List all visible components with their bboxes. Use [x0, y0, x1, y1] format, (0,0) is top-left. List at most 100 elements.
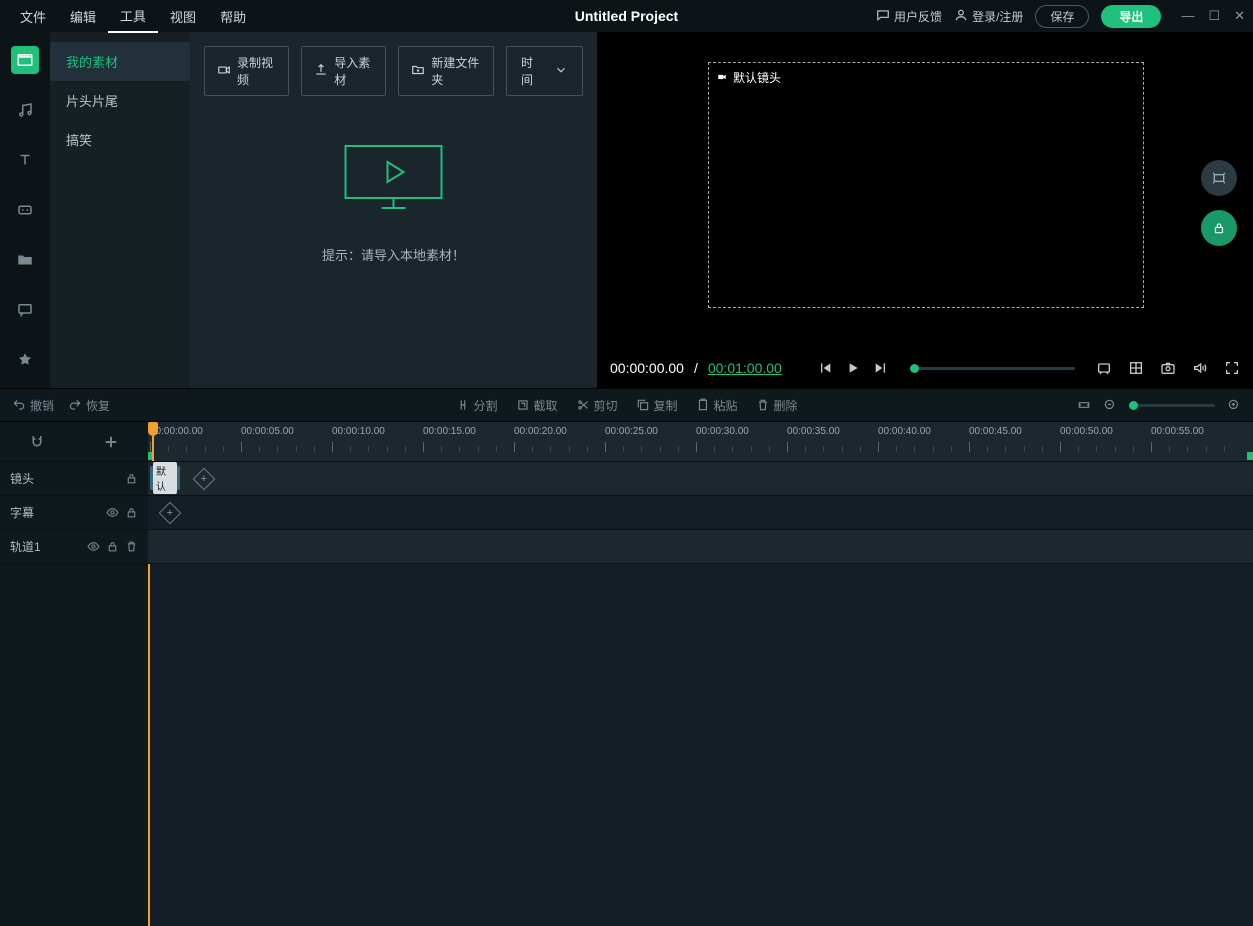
paste-button[interactable]: 粘贴 [696, 397, 738, 414]
time-ruler[interactable]: 00:00:00.0000:00:05.0000:00:10.0000:00:1… [148, 422, 1253, 461]
eye-icon[interactable] [106, 506, 119, 519]
fit-screen-button[interactable] [1201, 160, 1237, 196]
clip-label: 默认 [153, 462, 177, 494]
ruler-tick: 00:00:15.00 [423, 426, 476, 437]
zoom-out-icon[interactable] [1103, 398, 1117, 412]
prev-frame-button[interactable] [816, 359, 834, 377]
current-time: 00:00:00.00 [610, 360, 684, 376]
undo-label: 撤销 [30, 397, 54, 414]
record-button[interactable]: 录制视频 [204, 46, 289, 96]
delete-button[interactable]: 删除 [756, 397, 798, 414]
ruler-tick: 00:00:05.00 [241, 426, 294, 437]
monitor-play-icon [322, 144, 465, 223]
copy-label: 复制 [654, 397, 678, 414]
text-tab-icon[interactable] [11, 146, 39, 174]
crop-label: 截取 [533, 397, 557, 414]
music-tab-icon[interactable] [11, 96, 39, 124]
close-icon[interactable]: ✕ [1234, 8, 1245, 24]
placeholder-text: 提示：请导入本地素材！ [322, 245, 465, 264]
duration-time[interactable]: 00:01:00.00 [708, 360, 782, 376]
copy-button[interactable]: 复制 [636, 397, 678, 414]
project-title: Untitled Project [575, 8, 678, 24]
snapshot-icon[interactable] [1159, 359, 1177, 377]
split-label: 分割 [473, 397, 497, 414]
star-tab-icon[interactable] [11, 346, 39, 374]
minimize-icon[interactable]: — [1181, 8, 1194, 24]
zoom-slider[interactable] [1129, 404, 1215, 407]
zoom-in-icon[interactable] [1227, 398, 1241, 412]
lock-icon[interactable] [106, 540, 119, 553]
end-marker[interactable] [1247, 452, 1253, 460]
feedback-button[interactable]: 用户反馈 [876, 8, 942, 25]
track-subtitle-label: 字幕 [10, 504, 34, 521]
redo-label: 恢复 [86, 397, 110, 414]
timeline-empty[interactable] [148, 564, 1253, 926]
category-my-media[interactable]: 我的素材 [50, 42, 190, 81]
volume-icon[interactable] [1191, 359, 1209, 377]
add-track-icon[interactable] [102, 433, 120, 451]
ruler-tick: 00:00:50.00 [1060, 426, 1113, 437]
camera-icon [217, 63, 231, 80]
menu-edit[interactable]: 编辑 [58, 1, 108, 32]
lock-button[interactable] [1201, 210, 1237, 246]
playhead[interactable] [148, 422, 158, 436]
add-subtitle-button[interactable]: + [159, 502, 182, 525]
menu-tools[interactable]: 工具 [108, 0, 158, 33]
undo-button[interactable]: 撤销 [12, 397, 54, 414]
time-separator: / [694, 360, 698, 376]
trash-icon[interactable] [125, 540, 138, 553]
lock-icon[interactable] [125, 472, 138, 485]
preview-progress[interactable] [910, 367, 1075, 370]
feedback-label: 用户反馈 [894, 8, 942, 25]
ruler-tick: 00:00:20.00 [514, 426, 567, 437]
chevron-down-icon [554, 63, 568, 80]
preview-canvas[interactable]: 默认镜头 [708, 62, 1144, 308]
track-shot-label: 镜头 [10, 470, 34, 487]
grid-icon[interactable] [1127, 359, 1145, 377]
media-tab-icon[interactable] [11, 46, 39, 74]
crop-button[interactable]: 截取 [515, 397, 557, 414]
track-shot: 镜头 默认 + [0, 462, 1253, 496]
chat-icon [876, 8, 890, 25]
lock-icon[interactable] [125, 506, 138, 519]
next-frame-button[interactable] [872, 359, 890, 377]
menu-view[interactable]: 视图 [158, 1, 208, 32]
fullscreen-icon[interactable] [1223, 359, 1241, 377]
magnet-icon[interactable] [28, 433, 46, 451]
upload-icon [314, 63, 328, 80]
track-1: 轨道1 [0, 530, 1253, 564]
eye-icon[interactable] [87, 540, 100, 553]
ruler-head [0, 422, 148, 461]
ruler-tick: 00:00:55.00 [1151, 426, 1204, 437]
import-label: 导入素材 [334, 54, 373, 88]
ruler-tick: 00:00:45.00 [969, 426, 1022, 437]
redo-button[interactable]: 恢复 [68, 397, 110, 414]
new-folder-button[interactable]: 新建文件夹 [398, 46, 494, 96]
play-button[interactable] [844, 359, 862, 377]
menu-help[interactable]: 帮助 [208, 1, 258, 32]
category-intro-outro[interactable]: 片头片尾 [50, 81, 190, 120]
folder-tab-icon[interactable] [11, 246, 39, 274]
caption-tab-icon[interactable] [11, 196, 39, 224]
sort-dropdown[interactable]: 时间 [506, 46, 583, 96]
ruler-tick: 00:00:40.00 [878, 426, 931, 437]
save-button[interactable]: 保存 [1035, 5, 1089, 28]
category-funny[interactable]: 搞笑 [50, 120, 190, 159]
camera-small-icon [715, 71, 729, 85]
quality-icon[interactable] [1095, 359, 1113, 377]
comment-tab-icon[interactable] [11, 296, 39, 324]
export-button[interactable]: 导出 [1101, 5, 1161, 28]
split-button[interactable]: 分割 [455, 397, 497, 414]
login-button[interactable]: 登录/注册 [954, 8, 1023, 25]
fit-width-icon[interactable] [1077, 398, 1091, 412]
folder-plus-icon [411, 63, 425, 80]
menu-file[interactable]: 文件 [8, 1, 58, 32]
left-sidebar [0, 32, 50, 388]
cut-button[interactable]: 剪切 [575, 397, 617, 414]
shot-clip[interactable]: 默认 [150, 466, 180, 490]
import-button[interactable]: 导入素材 [301, 46, 386, 96]
add-shot-button[interactable]: + [193, 468, 216, 491]
cut-label: 剪切 [593, 397, 617, 414]
maximize-icon[interactable]: ☐ [1208, 8, 1220, 24]
delete-label: 删除 [774, 397, 798, 414]
